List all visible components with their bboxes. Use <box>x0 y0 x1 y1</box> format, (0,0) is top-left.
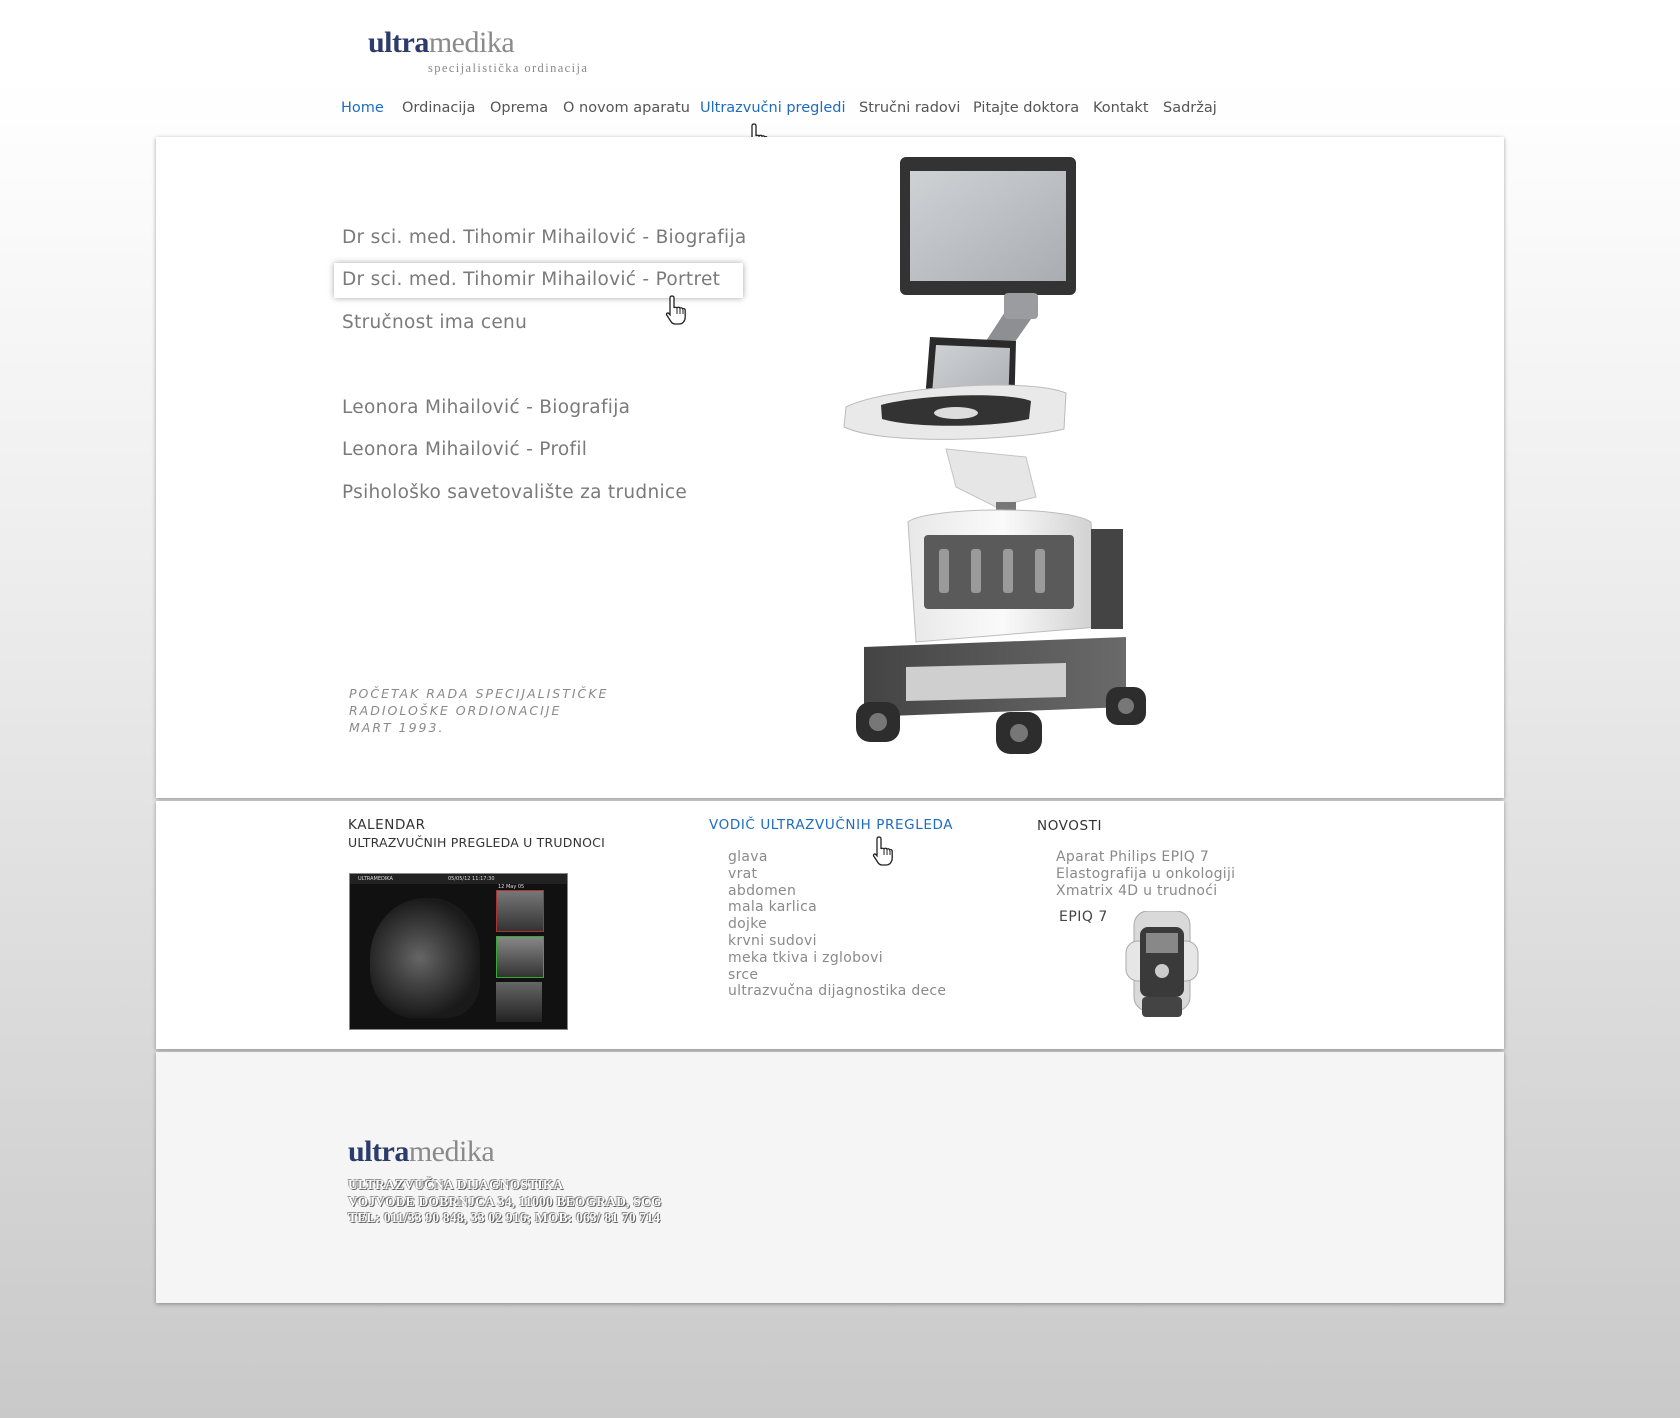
news-item[interactable]: Xmatrix 4D u trudnoći <box>1056 883 1235 900</box>
site-logo[interactable]: ultramedika specijalistička ordinacija <box>368 26 587 76</box>
ultrasound-scan-image[interactable]: ULTRAMEDIKA 05/05/12 11:17:30 12 May 05 <box>349 873 568 1030</box>
news-item[interactable]: Elastografija u onkologiji <box>1056 866 1235 883</box>
epiq-label: EPIQ 7 <box>1059 909 1108 925</box>
link-tihomir-portret[interactable]: Dr sci. med. Tihomir Mihailović - Portre… <box>342 269 720 290</box>
guide-heading[interactable]: VODIČ ULTRAZVUČNIH PREGLEDA <box>709 817 953 834</box>
news-item[interactable]: Aparat Philips EPIQ 7 <box>1056 849 1235 866</box>
footer-address: ULTRAZVUČNA DIJAGNOSTIKA VOJVODE DOBRNJC… <box>348 1177 662 1225</box>
guide-item[interactable]: glava <box>728 849 946 866</box>
calendar-heading[interactable]: KALENDAR ULTRAZVUČNIH PREGLEDA U TRUDNOC… <box>348 817 605 851</box>
guide-item[interactable]: vrat <box>728 866 946 883</box>
hand-cursor-icon <box>665 295 686 325</box>
footer-logo[interactable]: ultramedika <box>348 1135 495 1169</box>
guide-item[interactable]: mala karlica <box>728 899 946 916</box>
link-strucnost-ima-cenu[interactable]: Stručnost ima cenu <box>342 312 527 333</box>
news-list: Aparat Philips EPIQ 7 Elastografija u on… <box>1056 849 1235 900</box>
guide-item[interactable]: dojke <box>728 916 946 933</box>
nav-strucni-radovi[interactable]: Stručni radovi <box>859 100 960 116</box>
news-heading: NOVOSTI <box>1037 818 1103 834</box>
guide-item[interactable]: ultrazvučna dijagnostika dece <box>728 983 946 1000</box>
guide-item[interactable]: meka tkiva i zglobovi <box>728 950 946 967</box>
nav-home[interactable]: Home <box>341 100 384 116</box>
info-panel: KALENDAR ULTRAZVUČNIH PREGLEDA U TRUDNOC… <box>156 801 1504 1049</box>
footer: ultramedika ULTRAZVUČNA DIJAGNOSTIKA VOJ… <box>156 1052 1504 1303</box>
guide-item[interactable]: krvni sudovi <box>728 933 946 950</box>
nav-kontakt[interactable]: Kontakt <box>1093 100 1149 116</box>
link-leonora-profil[interactable]: Leonora Mihailović - Profil <box>342 439 587 460</box>
guide-list: glava vrat abdomen mala karlica dojke kr… <box>728 849 946 1000</box>
link-psiholosko-savetovaliste[interactable]: Psihološko savetovalište za trudnice <box>342 482 687 503</box>
link-leonora-biografija[interactable]: Leonora Mihailović - Biografija <box>342 397 630 418</box>
logo-tagline: specijalistička ordinacija <box>428 61 589 75</box>
epiq-console-image[interactable] <box>1124 911 1200 1021</box>
nav-ordinacija[interactable]: Ordinacija <box>402 100 475 116</box>
guide-item[interactable]: abdomen <box>728 883 946 900</box>
nav-o-novom-aparatu[interactable]: O novom aparatu <box>563 100 690 116</box>
nav-pitajte-doktora[interactable]: Pitajte doktora <box>973 100 1079 116</box>
nav-ultrazvucni-pregledi[interactable]: Ultrazvučni pregledi <box>700 100 846 116</box>
link-tihomir-biografija[interactable]: Dr sci. med. Tihomir Mihailović - Biogra… <box>342 227 747 248</box>
logo-text-medika: medika <box>428 26 515 59</box>
since-note: POČETAK RADA SPECIJALISTIČKE RADIOLOŠKE … <box>349 686 609 735</box>
nav-sadrzaj[interactable]: Sadržaj <box>1163 100 1217 116</box>
ultrasound-machine-image <box>843 157 1146 754</box>
main-panel: Dr sci. med. Tihomir Mihailović - Biogra… <box>156 137 1504 798</box>
logo-text-ultra: ultra <box>368 26 429 59</box>
guide-item[interactable]: srce <box>728 967 946 984</box>
nav-oprema[interactable]: Oprema <box>490 100 548 116</box>
